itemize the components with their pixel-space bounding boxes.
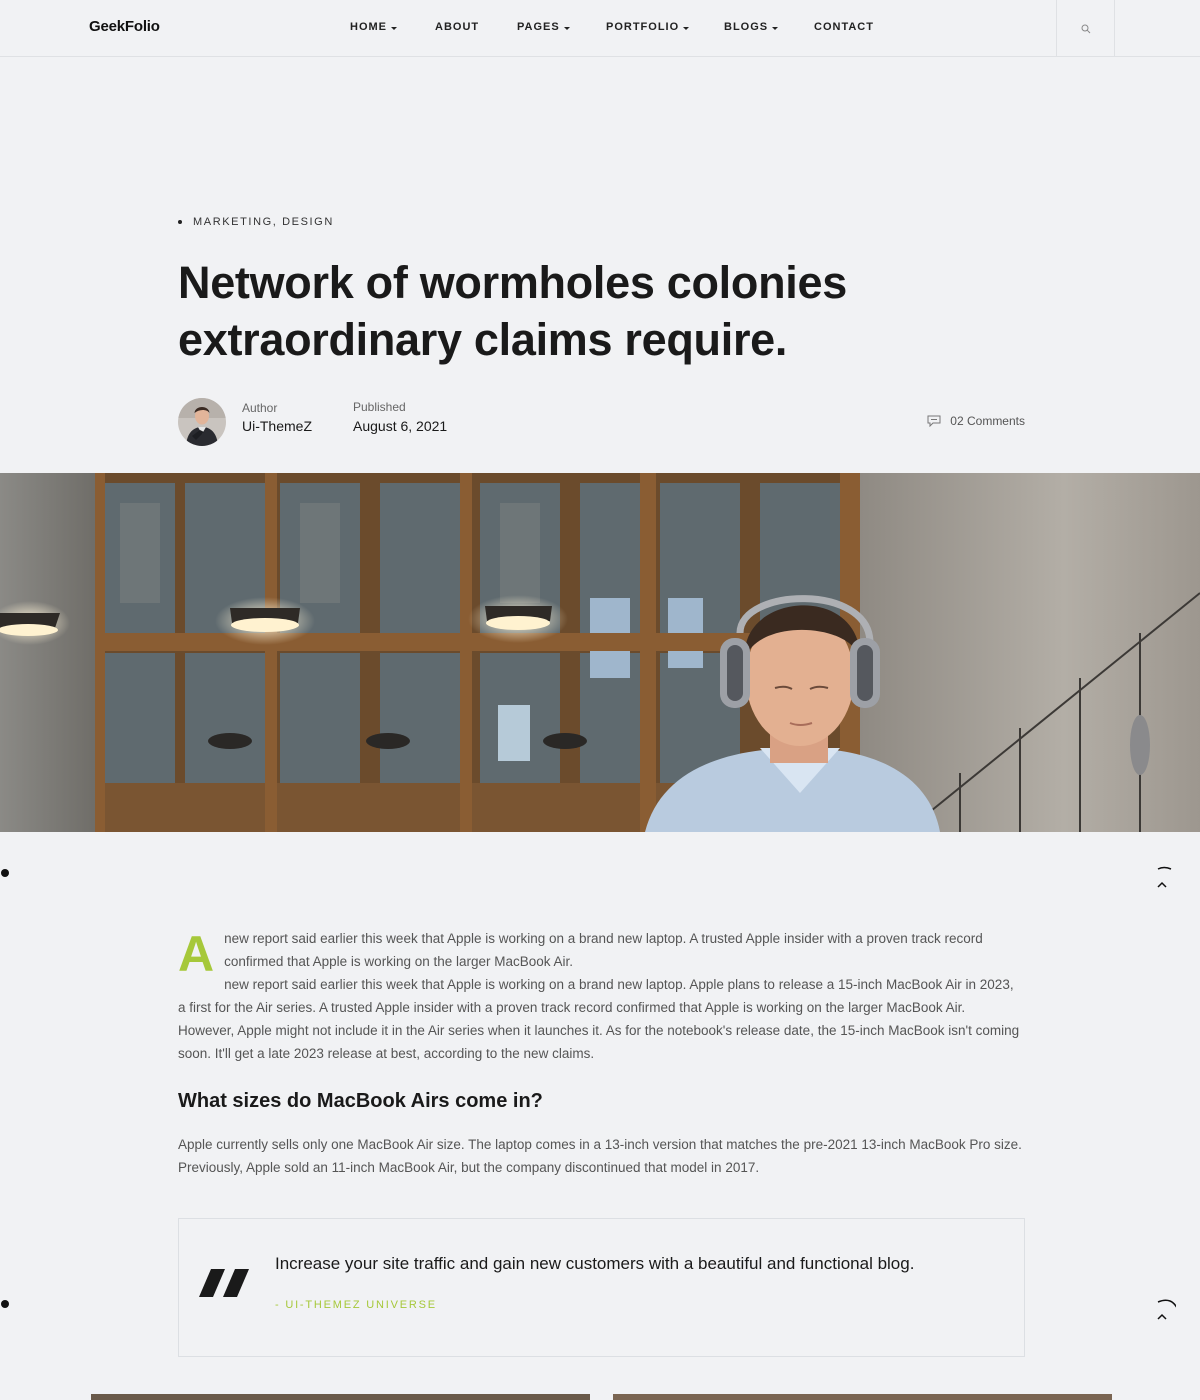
author-avatar[interactable] <box>178 398 226 446</box>
decor-dot <box>1 869 9 877</box>
chevron-up-icon <box>1157 1299 1179 1320</box>
caret-down-icon <box>563 26 570 30</box>
nav-label: ABOUT <box>435 21 480 33</box>
author-name[interactable]: Ui-ThemeZ <box>242 418 312 434</box>
post-meta: Author Ui-ThemeZ Published August 6, 202… <box>178 397 1028 447</box>
nav-item-about[interactable]: ABOUT <box>435 21 479 33</box>
site-header: GeekFolio HOME ABOUT PAGES PORTFOLIO BLO… <box>0 0 1200 57</box>
nav-item-contact[interactable]: CONTACT <box>814 21 874 33</box>
comments-link[interactable]: 02 Comments <box>927 414 1025 428</box>
published-date: August 6, 2021 <box>353 418 448 434</box>
drop-cap: A <box>178 926 215 982</box>
category-link-design[interactable]: DESIGN <box>282 216 334 228</box>
quote-icon <box>199 1269 249 1297</box>
nav-label: PORTFOLIO <box>606 21 680 33</box>
scroll-to-top-button[interactable] <box>1150 1294 1179 1324</box>
post-featured-image <box>0 473 1200 832</box>
article-paragraph: Apple currently sells only one MacBook A… <box>178 1137 1022 1175</box>
nav-label: BLOGS <box>724 21 769 33</box>
decor-dot <box>1 1300 9 1308</box>
nav-label: PAGES <box>517 21 560 33</box>
search-button[interactable] <box>1056 0 1115 57</box>
gallery-image <box>613 1394 1112 1400</box>
bullet-icon <box>178 220 182 224</box>
chevron-up-icon <box>1157 866 1172 888</box>
article-intro-paragraph: A new report said earlier this week that… <box>178 927 1024 1065</box>
post-categories: MARKETING, DESIGN <box>178 216 334 228</box>
nav-item-home[interactable]: HOME <box>350 21 397 33</box>
section-heading: What sizes do MacBook Airs come in? <box>178 1090 543 1112</box>
published-label: Published <box>353 400 406 414</box>
comment-icon <box>927 415 941 427</box>
author-label: Author <box>242 401 278 415</box>
nav-label: HOME <box>350 21 387 33</box>
nav-item-portfolio[interactable]: PORTFOLIO <box>606 21 690 33</box>
caret-down-icon <box>772 26 779 30</box>
intro-body-text: new report said earlier this week that A… <box>178 977 1020 1061</box>
main-nav: HOME ABOUT PAGES PORTFOLIO BLOGS CONTACT <box>0 21 1200 35</box>
post-title: Network of wormholes colonies extraordin… <box>178 257 847 365</box>
caret-down-icon <box>391 26 397 30</box>
category-separator: , <box>272 216 278 228</box>
category-link-marketing[interactable]: MARKETING <box>193 216 273 228</box>
intro-lead-text: new report said earlier this week that A… <box>224 931 983 969</box>
gallery-image <box>91 1394 590 1400</box>
nav-item-pages[interactable]: PAGES <box>517 21 570 33</box>
scroll-to-top-button[interactable] <box>1150 862 1176 892</box>
search-icon <box>1081 24 1090 33</box>
quote-author: - UI-THEMEZ UNIVERSE <box>275 1299 437 1311</box>
caret-down-icon <box>683 26 690 30</box>
blockquote: Increase your site traffic and gain new … <box>178 1218 1025 1357</box>
comments-count: 02 Comments <box>950 414 1025 428</box>
quote-text: Increase your site traffic and gain new … <box>275 1254 915 1273</box>
nav-label: CONTACT <box>814 21 874 33</box>
nav-item-blogs[interactable]: BLOGS <box>724 21 779 33</box>
